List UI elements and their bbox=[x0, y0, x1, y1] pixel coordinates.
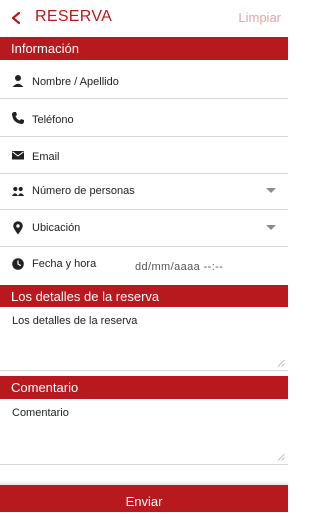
location-label: Ubicación bbox=[32, 222, 81, 234]
name-label: Nombre / Apellido bbox=[32, 76, 119, 88]
page-title: RESERVA bbox=[35, 8, 113, 25]
details-textarea[interactable]: Los detalles de la reserva bbox=[0, 308, 288, 371]
person-icon bbox=[12, 75, 24, 87]
datetime-label: Fecha y hora bbox=[32, 258, 97, 270]
phone-label: Teléfono bbox=[32, 114, 74, 126]
people-select[interactable]: Número de personas bbox=[0, 174, 288, 210]
section-header-info: Información bbox=[0, 37, 288, 60]
datetime-field[interactable]: Fecha y hora dd/mm/aaaa --:-- bbox=[0, 247, 288, 284]
section-title-comment: Comentario bbox=[11, 380, 79, 395]
clear-button[interactable]: Limpiar bbox=[238, 10, 281, 25]
people-label: Número de personas bbox=[32, 185, 135, 197]
resize-handle-icon[interactable] bbox=[277, 359, 285, 367]
comment-textarea[interactable]: Comentario bbox=[0, 400, 288, 465]
people-dropdown-icon bbox=[266, 188, 276, 193]
location-select[interactable]: Ubicación bbox=[0, 210, 288, 247]
section-header-comment: Comentario bbox=[0, 376, 288, 399]
app-header: RESERVA Limpiar bbox=[0, 0, 288, 36]
email-label: Email bbox=[32, 151, 60, 163]
name-field[interactable]: Nombre / Apellido bbox=[0, 61, 288, 99]
resize-handle-icon[interactable] bbox=[277, 453, 285, 461]
section-title-details: Los detalles de la reserva bbox=[11, 289, 160, 304]
envelope-icon bbox=[12, 151, 24, 160]
group-icon bbox=[11, 186, 25, 196]
section-header-details: Los detalles de la reserva bbox=[0, 285, 288, 307]
map-pin-icon bbox=[13, 221, 23, 235]
phone-field[interactable]: Teléfono bbox=[0, 99, 288, 137]
datetime-input[interactable]: dd/mm/aaaa --:-- bbox=[135, 261, 223, 273]
submit-button[interactable]: Enviar bbox=[0, 485, 288, 512]
phone-icon bbox=[12, 112, 24, 124]
details-placeholder: Los detalles de la reserva bbox=[12, 315, 138, 327]
back-arrow-icon[interactable] bbox=[6, 6, 28, 30]
email-field[interactable]: Email bbox=[0, 137, 288, 174]
clock-icon bbox=[12, 258, 24, 270]
section-title-info: Información bbox=[11, 41, 79, 56]
location-dropdown-icon bbox=[266, 225, 276, 230]
comment-placeholder: Comentario bbox=[12, 407, 69, 419]
